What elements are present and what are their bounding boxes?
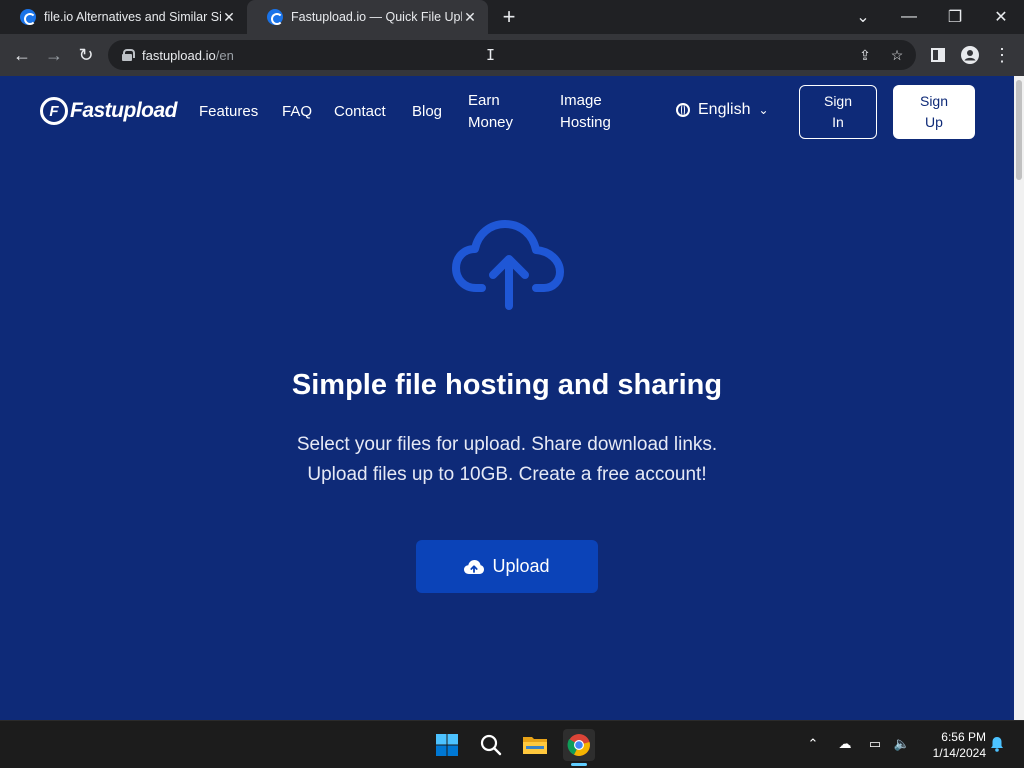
nav-label-line: Hosting bbox=[560, 114, 611, 131]
forward-button[interactable]: → bbox=[42, 43, 66, 67]
cloud-upload-icon bbox=[452, 220, 564, 310]
nav-contact[interactable]: Contact bbox=[334, 101, 386, 123]
tab-title: file.io Alternatives and Similar Sit bbox=[44, 10, 221, 24]
sign-up-button[interactable]: Sign Up bbox=[893, 85, 975, 139]
chrome-icon[interactable] bbox=[563, 729, 595, 761]
site-favicon-icon bbox=[20, 9, 36, 25]
restore-icon[interactable]: ❐ bbox=[932, 0, 978, 34]
close-window-icon[interactable]: ✕ bbox=[978, 0, 1024, 34]
back-button[interactable]: ← bbox=[10, 43, 34, 67]
address-bar[interactable]: fastupload.io/en ⇪ ☆ bbox=[108, 40, 916, 70]
show-hidden-icons-icon[interactable]: ⌃ bbox=[804, 735, 822, 753]
page-content: F Fastupload Features FAQ Contact Blog E… bbox=[0, 76, 1014, 720]
button-label-line: Sign bbox=[919, 93, 949, 109]
hero-subtitle-line: Upload files up to 10GB. Create a free a… bbox=[307, 464, 707, 485]
network-icon[interactable]: ▭ bbox=[866, 735, 884, 753]
close-tab-icon[interactable]: ✕ bbox=[221, 9, 237, 25]
search-icon[interactable] bbox=[475, 729, 507, 761]
clock-date: 1/14/2024 bbox=[932, 746, 986, 760]
page-scrollbar[interactable] bbox=[1014, 76, 1024, 720]
onedrive-offline-icon[interactable]: ☁ bbox=[836, 735, 854, 753]
tab-fastupload[interactable]: Fastupload.io — Quick File Uploa ✕ bbox=[247, 0, 488, 34]
nav-faq[interactable]: FAQ bbox=[282, 101, 312, 123]
hero-subtitle-line: Select your files for upload. Share down… bbox=[296, 434, 718, 455]
site-logo[interactable]: F Fastupload bbox=[40, 97, 178, 125]
file-explorer-icon[interactable] bbox=[519, 729, 551, 761]
hero-title: Simple file hosting and sharing bbox=[291, 369, 723, 401]
nav-label-line: Earn bbox=[468, 92, 500, 109]
system-clock[interactable]: 6:56 PM 1/14/2024 bbox=[920, 729, 986, 761]
logo-icon: F bbox=[40, 97, 68, 125]
sign-in-button[interactable]: Sign In bbox=[799, 85, 877, 139]
new-tab-button[interactable]: + bbox=[497, 6, 521, 28]
minimize-icon[interactable]: — bbox=[886, 0, 932, 34]
nav-earn-money[interactable]: Earn Money bbox=[468, 90, 513, 134]
tab-strip: file.io Alternatives and Similar Sit ✕ F… bbox=[0, 0, 1024, 34]
site-favicon-icon bbox=[267, 9, 283, 25]
tab-search-icon[interactable]: ⌄ bbox=[840, 0, 886, 34]
nav-blog[interactable]: Blog bbox=[412, 101, 442, 123]
language-label: English bbox=[698, 101, 751, 118]
close-tab-icon[interactable]: ✕ bbox=[462, 9, 478, 25]
nav-label-line: Money bbox=[468, 114, 514, 131]
volume-muted-icon[interactable]: 🔈 bbox=[893, 735, 911, 753]
chevron-down-icon: ⌄ bbox=[758, 103, 769, 117]
menu-kebab-icon[interactable]: ⋮ bbox=[990, 43, 1014, 67]
upload-button[interactable]: Upload bbox=[416, 540, 598, 593]
browser-toolbar: ← → ↻ fastupload.io/en ⇪ ☆ ⋮ bbox=[0, 34, 1024, 76]
button-label-line: Up bbox=[925, 114, 943, 130]
taskbar: ⌃ ☁ ▭ 🔈 6:56 PM 1/14/2024 bbox=[0, 720, 1024, 768]
button-label-line: In bbox=[832, 114, 844, 130]
reload-button[interactable]: ↻ bbox=[74, 43, 98, 67]
tab-title: Fastupload.io — Quick File Uploa bbox=[291, 10, 462, 24]
brand-name: Fastupload bbox=[70, 99, 178, 122]
lock-icon[interactable] bbox=[122, 49, 135, 61]
side-panel-icon[interactable] bbox=[926, 43, 950, 67]
tab-file-io[interactable]: file.io Alternatives and Similar Sit ✕ bbox=[0, 0, 247, 34]
url-text: fastupload.io/en bbox=[142, 47, 234, 63]
windows-start-icon[interactable] bbox=[431, 729, 463, 761]
scrollbar-thumb[interactable] bbox=[1016, 80, 1022, 180]
button-label-line: Sign bbox=[823, 93, 853, 109]
notification-bell-icon[interactable] bbox=[988, 735, 1006, 753]
text-cursor-icon: I bbox=[486, 46, 496, 64]
upload-label: Upload bbox=[492, 556, 550, 576]
active-app-indicator bbox=[571, 763, 587, 766]
clock-time: 6:56 PM bbox=[941, 730, 986, 744]
nav-image-hosting[interactable]: Image Hosting bbox=[560, 90, 611, 134]
profile-icon[interactable] bbox=[958, 43, 982, 67]
bookmark-star-icon[interactable]: ☆ bbox=[888, 46, 906, 64]
cloud-upload-small-icon bbox=[464, 559, 485, 574]
nav-features[interactable]: Features bbox=[199, 101, 258, 123]
language-selector[interactable]: English ⌄ bbox=[676, 101, 769, 119]
share-icon[interactable]: ⇪ bbox=[856, 46, 874, 64]
nav-label-line: Image bbox=[560, 92, 602, 109]
globe-icon bbox=[676, 103, 690, 117]
